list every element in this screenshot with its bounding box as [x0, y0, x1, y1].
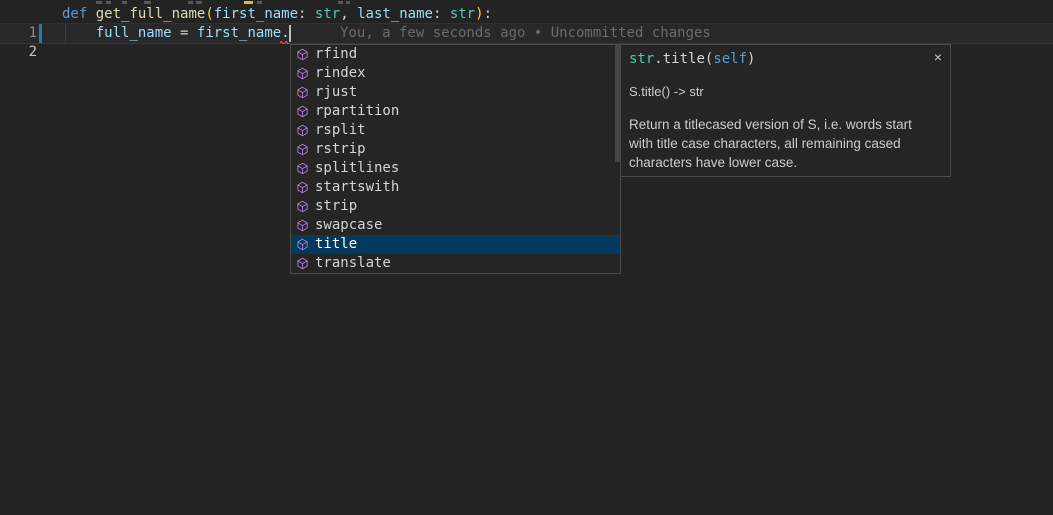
error-squiggle	[280, 40, 290, 44]
suggestion-item-swapcase[interactable]: swapcase	[291, 216, 620, 235]
suggestion-label: translate	[315, 254, 391, 273]
suggestion-list: rfindrindexrjustrpartitionrsplitrstripsp…	[290, 44, 621, 274]
code-line-2[interactable]: 2 full_name = first_name. You, a few sec…	[0, 24, 1053, 43]
code-line-text: full_name = first_name.	[62, 24, 290, 43]
symbol-method-icon	[295, 104, 310, 119]
suggestion-label: swapcase	[315, 216, 382, 235]
git-modified-gutter-indicator	[39, 24, 42, 43]
suggestion-label: splitlines	[315, 159, 399, 178]
clipped-line-above	[0, 0, 1053, 4]
docs-signature: str.title(self)	[629, 50, 755, 69]
symbol-method-icon	[295, 161, 310, 176]
code-line-1[interactable]: 1 def get_full_name(first_name: str, las…	[0, 5, 1053, 24]
symbol-method-icon	[295, 199, 310, 214]
suggestion-item-strip[interactable]: strip	[291, 197, 620, 216]
suggestion-label: strip	[315, 197, 357, 216]
suggestion-label: rfind	[315, 45, 357, 64]
suggestion-item-translate[interactable]: translate	[291, 254, 620, 273]
suggestion-item-rsplit[interactable]: rsplit	[291, 121, 620, 140]
code-editor: { "code": { "lines": [ { "number": "1", …	[0, 0, 1053, 515]
symbol-method-icon	[295, 123, 310, 138]
symbol-method-icon	[295, 237, 310, 252]
code-line-text: def get_full_name(first_name: str, last_…	[62, 5, 492, 24]
symbol-method-icon	[295, 256, 310, 271]
suggestion-item-rfind[interactable]: rfind	[291, 45, 620, 64]
suggestion-label: rindex	[315, 64, 366, 83]
suggestion-item-rstrip[interactable]: rstrip	[291, 140, 620, 159]
close-icon[interactable]: ×	[932, 48, 944, 66]
symbol-method-icon	[295, 142, 310, 157]
suggestion-label: startswith	[315, 178, 399, 197]
suggestion-label: rpartition	[315, 102, 399, 121]
symbol-method-icon	[295, 218, 310, 233]
suggestion-label: title	[315, 235, 357, 254]
suggestion-label: rjust	[315, 83, 357, 102]
docs-summary: S.title() -> str	[629, 83, 704, 100]
suggestion-label: rstrip	[315, 140, 366, 159]
symbol-method-icon	[295, 180, 310, 195]
suggestion-item-title[interactable]: title	[291, 235, 620, 254]
symbol-method-icon	[295, 85, 310, 100]
git-blame-annotation: You, a few seconds ago • Uncommitted cha…	[340, 24, 711, 43]
suggestion-item-rjust[interactable]: rjust	[291, 83, 620, 102]
suggestion-label: rsplit	[315, 121, 366, 140]
line-number: 2	[0, 43, 37, 62]
symbol-method-icon	[295, 66, 310, 81]
suggestion-item-startswith[interactable]: startswith	[291, 178, 620, 197]
symbol-method-icon	[295, 47, 310, 62]
indent-guide	[65, 24, 66, 43]
suggestion-item-splitlines[interactable]: splitlines	[291, 159, 620, 178]
suggestion-docs-popup: str.title(self) × S.title() -> str Retur…	[620, 44, 951, 177]
suggestion-item-rindex[interactable]: rindex	[291, 64, 620, 83]
suggestion-item-rpartition[interactable]: rpartition	[291, 102, 620, 121]
docs-description: Return a titlecased version of S, i.e. w…	[629, 115, 937, 172]
